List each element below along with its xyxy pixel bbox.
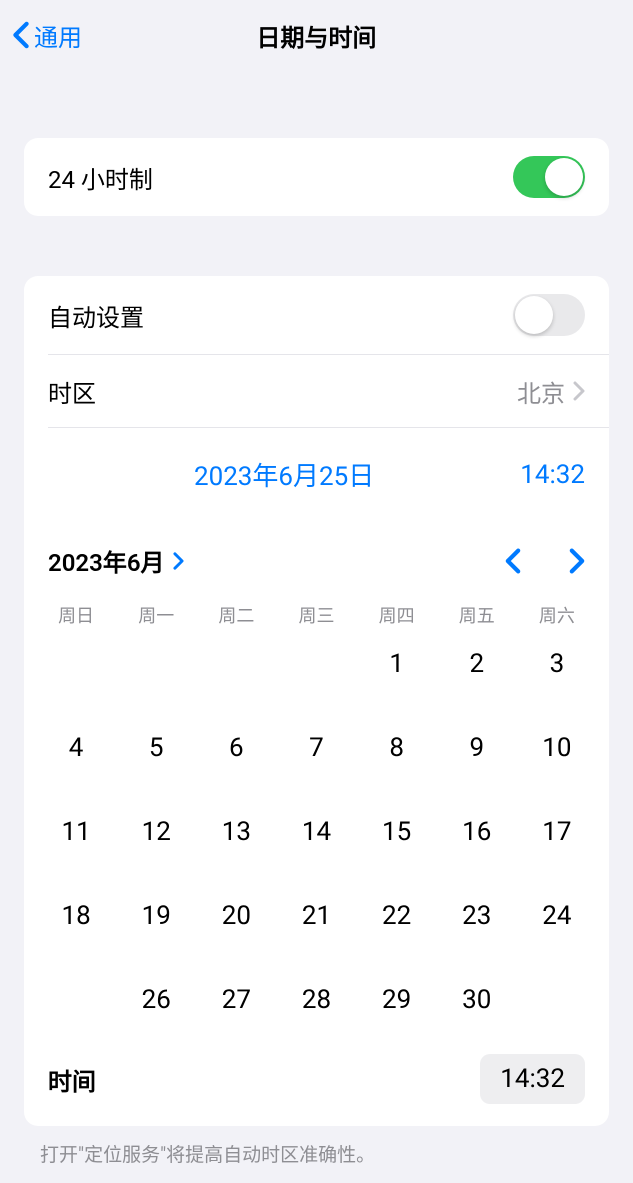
calendar-day[interactable]: 22 — [357, 888, 437, 944]
calendar-day[interactable]: 12 — [116, 804, 196, 860]
calendar-day[interactable]: 15 — [357, 804, 437, 860]
calendar-day[interactable]: 24 — [517, 888, 597, 944]
time-picker-button[interactable]: 14:32 — [480, 1054, 585, 1104]
weekday-label: 周六 — [517, 602, 597, 628]
weekday-label: 周一 — [116, 602, 196, 628]
switch-24-hour[interactable] — [513, 156, 585, 198]
calendar-day[interactable]: 1 — [357, 636, 437, 692]
calendar-day-empty — [116, 636, 196, 692]
month-year-button[interactable]: 2023年6月 — [48, 543, 184, 578]
label-timezone: 时区 — [48, 374, 96, 409]
calendar-day[interactable]: 25 — [36, 972, 116, 1028]
footer-note: 打开"定位服务"将提高自动时区准确性。 — [0, 1126, 633, 1181]
weekday-label: 周三 — [276, 602, 356, 628]
chevron-right-icon — [573, 381, 585, 401]
calendar-day[interactable]: 9 — [437, 720, 517, 776]
calendar-day[interactable]: 19 — [116, 888, 196, 944]
current-time-display[interactable]: 14:32 — [520, 460, 585, 490]
switch-auto-set[interactable] — [513, 294, 585, 336]
calendar-day[interactable]: 14 — [276, 804, 356, 860]
calendar-day[interactable]: 6 — [196, 720, 276, 776]
calendar-day[interactable]: 10 — [517, 720, 597, 776]
calendar-day[interactable]: 30 — [437, 972, 517, 1028]
calendar-day-empty — [36, 636, 116, 692]
row-auto-set: 自动设置 — [24, 276, 609, 354]
calendar-day[interactable]: 21 — [276, 888, 356, 944]
calendar-day[interactable]: 18 — [36, 888, 116, 944]
page-title: 日期与时间 — [257, 18, 377, 53]
back-button[interactable]: 通用 — [12, 18, 82, 53]
calendar-day[interactable]: 3 — [517, 636, 597, 692]
weekday-label: 周二 — [196, 602, 276, 628]
chevron-right-icon — [173, 552, 184, 570]
calendar-day[interactable]: 26 — [116, 972, 196, 1028]
calendar-day[interactable]: 23 — [437, 888, 517, 944]
row-timezone[interactable]: 时区 北京 — [24, 355, 609, 427]
calendar-day[interactable]: 29 — [357, 972, 437, 1028]
current-date-display[interactable]: 2023年6月25日 — [48, 456, 520, 493]
calendar-day[interactable]: 2 — [437, 636, 517, 692]
value-timezone: 北京 — [517, 374, 565, 409]
calendar-day[interactable]: 5 — [116, 720, 196, 776]
calendar-day-empty — [276, 636, 356, 692]
calendar-day[interactable]: 8 — [357, 720, 437, 776]
chevron-left-icon — [12, 21, 30, 49]
label-auto-set: 自动设置 — [48, 298, 144, 333]
calendar-day[interactable]: 7 — [276, 720, 356, 776]
weekday-label: 周五 — [437, 602, 517, 628]
calendar-day[interactable]: 11 — [36, 804, 116, 860]
calendar-day[interactable]: 27 — [196, 972, 276, 1028]
switch-knob — [545, 158, 583, 196]
next-month-button[interactable] — [569, 548, 585, 574]
calendar-day[interactable]: 28 — [276, 972, 356, 1028]
switch-knob — [515, 296, 553, 334]
calendar-day[interactable]: 17 — [517, 804, 597, 860]
calendar-day[interactable]: 20 — [196, 888, 276, 944]
weekday-label: 周日 — [36, 602, 116, 628]
weekday-label: 周四 — [357, 602, 437, 628]
label-24-hour: 24 小时制 — [48, 160, 153, 195]
prev-month-button[interactable] — [505, 548, 521, 574]
calendar-day-empty — [196, 636, 276, 692]
calendar-day[interactable]: 16 — [437, 804, 517, 860]
calendar-day[interactable]: 4 — [36, 720, 116, 776]
month-year-text: 2023年6月 — [48, 543, 165, 578]
back-label: 通用 — [34, 18, 82, 53]
row-24-hour: 24 小时制 — [24, 138, 609, 216]
calendar-day[interactable]: 13 — [196, 804, 276, 860]
label-time: 时间 — [48, 1062, 96, 1097]
